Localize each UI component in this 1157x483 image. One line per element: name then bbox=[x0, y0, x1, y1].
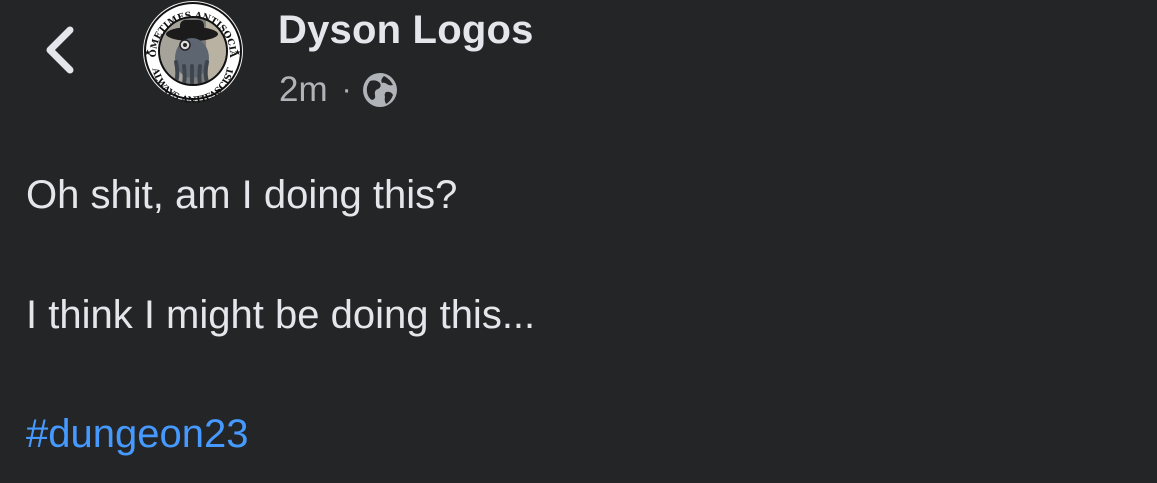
post-text-line: I think I might be doing this... bbox=[26, 293, 536, 337]
chevron-left-icon bbox=[46, 26, 74, 74]
meta-separator: · bbox=[341, 73, 352, 106]
post-page: SOMETIMES ANTISOCIAL ALWAYS ANTIFASCIST … bbox=[0, 0, 1157, 483]
post-timestamp[interactable]: 2m bbox=[279, 70, 328, 110]
author-name[interactable]: Dyson Logos bbox=[278, 8, 534, 53]
back-button[interactable] bbox=[30, 18, 90, 82]
post-text-line: Oh shit, am I doing this? bbox=[26, 173, 458, 217]
svg-text:★: ★ bbox=[144, 48, 151, 57]
svg-text:★: ★ bbox=[234, 48, 241, 57]
avatar-badge: SOMETIMES ANTISOCIAL ALWAYS ANTIFASCIST … bbox=[134, 0, 243, 105]
post-meta: 2m · bbox=[279, 68, 398, 112]
avatar[interactable]: SOMETIMES ANTISOCIAL ALWAYS ANTIFASCIST … bbox=[134, 0, 252, 105]
globe-icon[interactable] bbox=[362, 72, 398, 108]
hashtag-link[interactable]: #dungeon23 bbox=[26, 410, 248, 458]
